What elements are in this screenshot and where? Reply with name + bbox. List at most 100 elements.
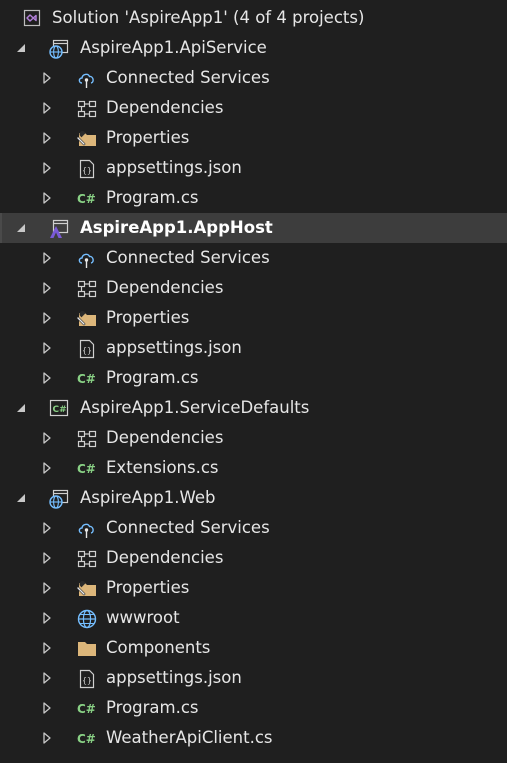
csharp-file-icon: C# <box>77 459 96 477</box>
project-node-servicedefaults[interactable]: C# AspireApp1.ServiceDefaults <box>0 393 507 423</box>
svg-text:C#: C# <box>77 192 96 206</box>
tree-item-dependencies[interactable]: Dependencies <box>0 423 507 453</box>
tree-item-program-cs[interactable]: C# Program.cs <box>0 363 507 393</box>
svg-text:C#: C# <box>77 462 96 476</box>
tree-item-properties[interactable]: Properties <box>0 573 507 603</box>
csharp-file-icon: C# <box>77 729 96 747</box>
csharp-file-icon: C# <box>77 699 96 717</box>
tree-item-appsettings[interactable]: {} appsettings.json <box>0 333 507 363</box>
expanded-chevron-icon[interactable] <box>15 483 29 513</box>
collapsed-chevron-icon[interactable] <box>42 543 56 573</box>
tree-item-label: Connected Services <box>106 68 270 87</box>
project-label: AspireApp1.ApiService <box>80 38 267 57</box>
visual-studio-solution-icon <box>23 9 41 27</box>
project-node-apiservice[interactable]: AspireApp1.ApiService <box>0 33 507 63</box>
collapsed-chevron-icon[interactable] <box>42 573 56 603</box>
svg-text:{}: {} <box>82 346 92 355</box>
solution-node[interactable]: Solution 'AspireApp1' (4 of 4 projects) <box>0 3 507 33</box>
collapsed-chevron-icon[interactable] <box>42 273 56 303</box>
web-project-icon <box>49 489 69 509</box>
collapsed-chevron-icon[interactable] <box>42 333 56 363</box>
tree-item-dependencies[interactable]: Dependencies <box>0 93 507 123</box>
svg-text:{}: {} <box>82 166 92 175</box>
collapsed-chevron-icon[interactable] <box>42 633 56 663</box>
connected-services-icon <box>77 519 95 538</box>
folder-icon <box>77 639 96 657</box>
tree-item-program-cs[interactable]: C# Program.cs <box>0 183 507 213</box>
aspire-host-project-icon <box>49 219 69 238</box>
collapsed-chevron-icon[interactable] <box>42 243 56 273</box>
tree-item-connected-services[interactable]: Connected Services <box>0 243 507 273</box>
tree-item-label: Extensions.cs <box>106 458 219 477</box>
dependencies-icon <box>77 549 97 568</box>
tree-item-dependencies[interactable]: Dependencies <box>0 273 507 303</box>
dependencies-icon <box>77 99 97 118</box>
tree-item-components[interactable]: Components <box>0 633 507 663</box>
tree-item-label: WeatherApiClient.cs <box>106 728 273 747</box>
expanded-chevron-icon[interactable] <box>15 393 29 423</box>
properties-folder-icon <box>77 129 96 147</box>
tree-item-program-cs[interactable]: C# Program.cs <box>0 693 507 723</box>
tree-item-connected-services[interactable]: Connected Services <box>0 63 507 93</box>
dependencies-icon <box>77 279 97 298</box>
tree-item-label: Components <box>106 638 211 657</box>
tree-item-label: Dependencies <box>106 428 224 447</box>
project-label: AspireApp1.ServiceDefaults <box>80 398 310 417</box>
project-label: AspireApp1.AppHost <box>80 218 273 237</box>
collapsed-chevron-icon[interactable] <box>42 63 56 93</box>
json-file-icon: {} <box>77 669 95 689</box>
svg-text:C#: C# <box>77 732 96 746</box>
tree-item-label: Properties <box>106 308 190 327</box>
collapsed-chevron-icon[interactable] <box>42 93 56 123</box>
connected-services-icon <box>77 249 95 268</box>
collapsed-chevron-icon[interactable] <box>42 183 56 213</box>
tree-item-label: Properties <box>106 578 190 597</box>
tree-item-extensions-cs[interactable]: C# Extensions.cs <box>0 453 507 483</box>
globe-icon <box>77 609 97 629</box>
tree-item-label: Dependencies <box>106 98 224 117</box>
tree-item-label: appsettings.json <box>106 338 242 357</box>
expanded-chevron-icon[interactable] <box>15 213 29 243</box>
project-node-web[interactable]: AspireApp1.Web <box>0 483 507 513</box>
solution-label: Solution 'AspireApp1' (4 of 4 projects) <box>52 8 365 27</box>
collapsed-chevron-icon[interactable] <box>42 423 56 453</box>
tree-item-label: Program.cs <box>106 188 199 207</box>
project-node-apphost[interactable]: AspireApp1.AppHost <box>0 213 507 243</box>
collapsed-chevron-icon[interactable] <box>42 153 56 183</box>
tree-item-properties[interactable]: Properties <box>0 123 507 153</box>
tree-item-label: Dependencies <box>106 548 224 567</box>
svg-text:{}: {} <box>82 676 92 685</box>
web-project-icon <box>49 39 69 59</box>
json-file-icon: {} <box>77 159 95 179</box>
collapsed-chevron-icon[interactable] <box>42 453 56 483</box>
collapsed-chevron-icon[interactable] <box>42 513 56 543</box>
tree-item-label: Dependencies <box>106 278 224 297</box>
tree-item-appsettings[interactable]: {} appsettings.json <box>0 153 507 183</box>
tree-item-label: wwwroot <box>106 608 180 627</box>
tree-item-label: appsettings.json <box>106 668 242 687</box>
collapsed-chevron-icon[interactable] <box>42 303 56 333</box>
csharp-file-icon: C# <box>77 189 96 207</box>
csharp-file-icon: C# <box>77 369 96 387</box>
collapsed-chevron-icon[interactable] <box>42 123 56 153</box>
tree-item-label: Program.cs <box>106 698 199 717</box>
tree-item-appsettings[interactable]: {} appsettings.json <box>0 663 507 693</box>
properties-folder-icon <box>77 309 96 327</box>
tree-item-label: appsettings.json <box>106 158 242 177</box>
tree-item-label: Connected Services <box>106 518 270 537</box>
collapsed-chevron-icon[interactable] <box>42 723 56 753</box>
collapsed-chevron-icon[interactable] <box>42 693 56 723</box>
connected-services-icon <box>77 69 95 88</box>
tree-item-connected-services[interactable]: Connected Services <box>0 513 507 543</box>
tree-item-wwwroot[interactable]: wwwroot <box>0 603 507 633</box>
solution-explorer-tree: Solution 'AspireApp1' (4 of 4 projects) … <box>0 0 507 763</box>
collapsed-chevron-icon[interactable] <box>42 663 56 693</box>
collapsed-chevron-icon[interactable] <box>42 603 56 633</box>
tree-item-dependencies[interactable]: Dependencies <box>0 543 507 573</box>
svg-text:C#: C# <box>53 405 67 415</box>
svg-text:C#: C# <box>77 372 96 386</box>
tree-item-properties[interactable]: Properties <box>0 303 507 333</box>
tree-item-weatherapiclient-cs[interactable]: C# WeatherApiClient.cs <box>0 723 507 753</box>
expanded-chevron-icon[interactable] <box>15 33 29 63</box>
collapsed-chevron-icon[interactable] <box>42 363 56 393</box>
